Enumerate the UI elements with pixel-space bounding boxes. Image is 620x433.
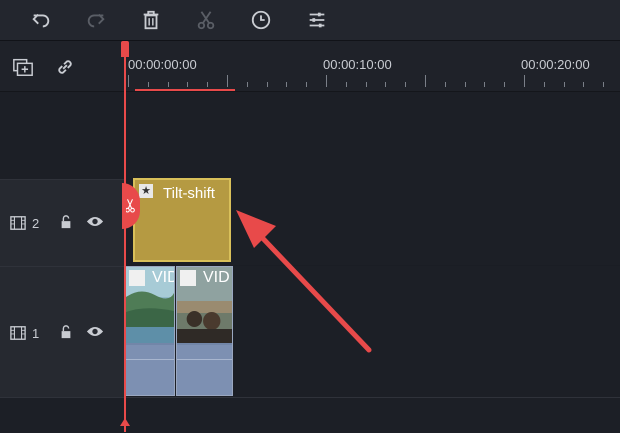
annotation-arrow	[236, 210, 372, 353]
